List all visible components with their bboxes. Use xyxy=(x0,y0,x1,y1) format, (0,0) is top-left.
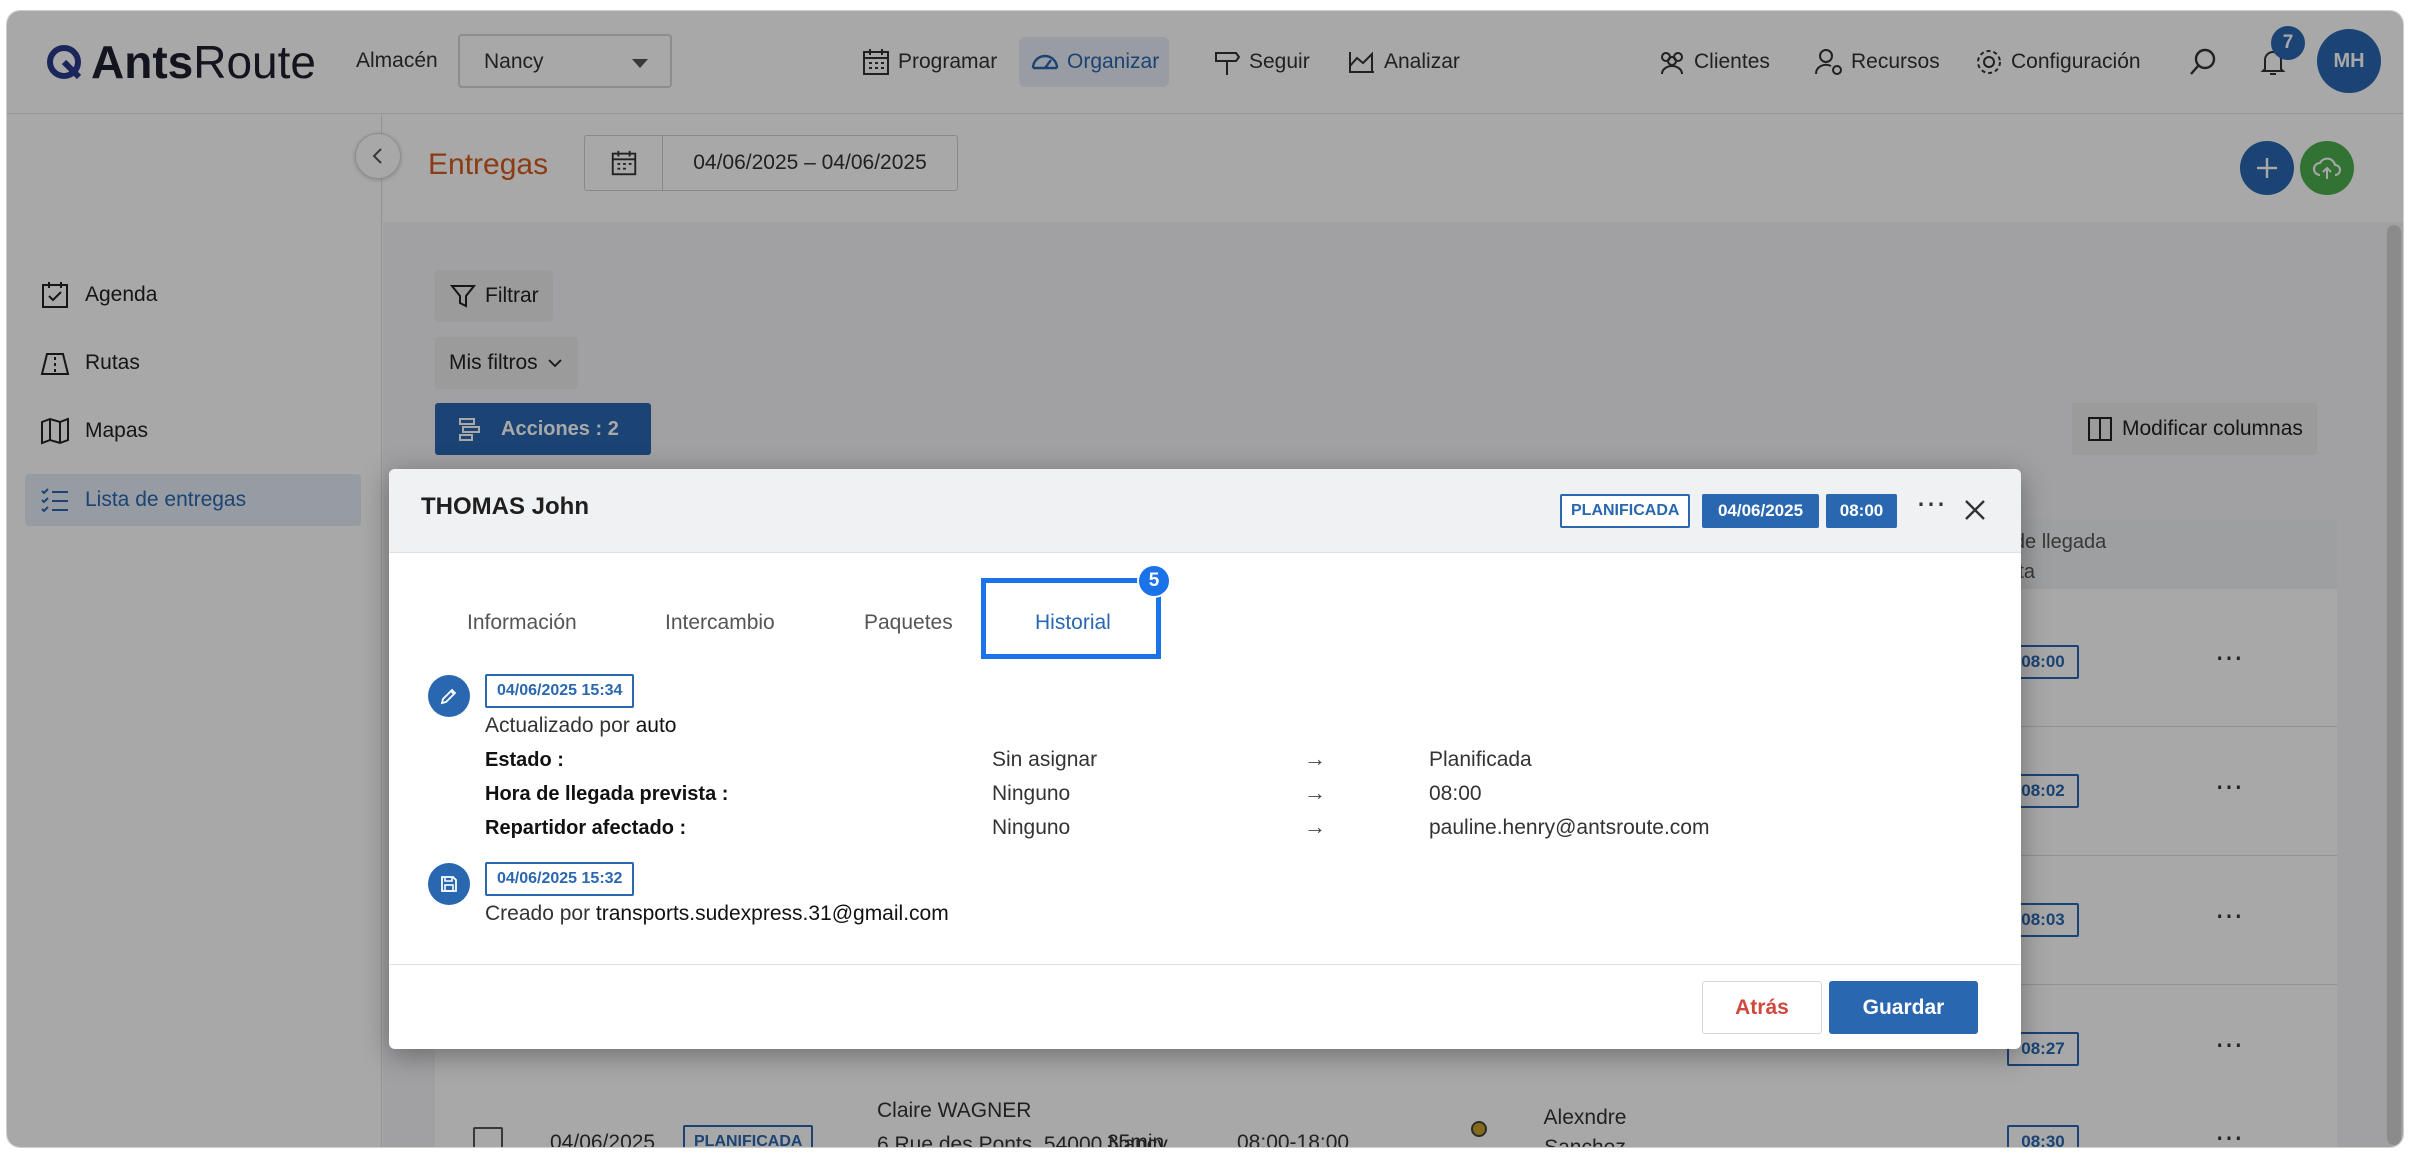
change-to-value: Planificada xyxy=(1429,748,1532,771)
arrow-right-icon: → xyxy=(1304,814,1326,839)
more-options-icon[interactable]: ⋯ xyxy=(1916,487,1946,522)
change-field-label: Hora de llegada prevista : xyxy=(485,783,729,805)
change-from-value: Ninguno xyxy=(992,816,1071,839)
close-icon[interactable] xyxy=(1962,497,1988,523)
change-from-value: Sin asignar xyxy=(992,748,1098,771)
history-timestamp: 04/06/2025 15:34 xyxy=(485,674,635,708)
modal-footer-divider xyxy=(389,964,2021,965)
history-action: Actualizado por auto xyxy=(485,714,676,738)
history-actor: transports.sudexpress.31@gmail.com xyxy=(595,902,949,925)
floppy-disk-icon xyxy=(441,876,457,892)
tab-paquetes[interactable]: Paquetes xyxy=(864,611,953,635)
delivery-detail-modal: THOMAS John PLANIFICADA 04/06/2025 08:00… xyxy=(389,469,2021,1049)
change-from-value: Ninguno xyxy=(992,782,1071,805)
edit-history-icon xyxy=(428,675,470,717)
change-field-label: Estado : xyxy=(485,749,564,771)
history-timestamp: 04/06/2025 15:32 xyxy=(485,862,635,896)
change-field-label: Repartidor afectado : xyxy=(485,817,687,839)
status-badge: PLANIFICADA xyxy=(1560,494,1691,528)
pencil-icon xyxy=(440,688,457,705)
date-badge: 04/06/2025 xyxy=(1702,494,1819,528)
change-to-value: 08:00 xyxy=(1429,782,1482,805)
change-to-value: pauline.henry@antsroute.com xyxy=(1429,816,1710,839)
tab-intercambio[interactable]: Intercambio xyxy=(665,611,775,635)
back-button[interactable]: Atrás xyxy=(1702,981,1822,1034)
arrow-right-icon: → xyxy=(1304,780,1326,805)
history-action-prefix: Actualizado por xyxy=(485,714,630,737)
arrow-right-icon: → xyxy=(1304,746,1326,771)
history-action: Creado por transports.sudexpress.31@gmai… xyxy=(485,902,949,926)
history-actor: auto xyxy=(635,714,677,737)
save-button[interactable]: Guardar xyxy=(1829,981,1978,1034)
tab-informacion[interactable]: Información xyxy=(467,611,577,635)
modal-customer-name: THOMAS John xyxy=(421,493,589,520)
time-badge: 08:00 xyxy=(1826,494,1897,528)
save-history-icon xyxy=(428,863,470,905)
history-action-prefix: Creado por xyxy=(485,902,591,925)
highlight-box xyxy=(981,578,1161,659)
modal-header: THOMAS John PLANIFICADA 04/06/2025 08:00… xyxy=(389,469,2021,553)
step-number-badge: 5 xyxy=(1137,564,1171,598)
